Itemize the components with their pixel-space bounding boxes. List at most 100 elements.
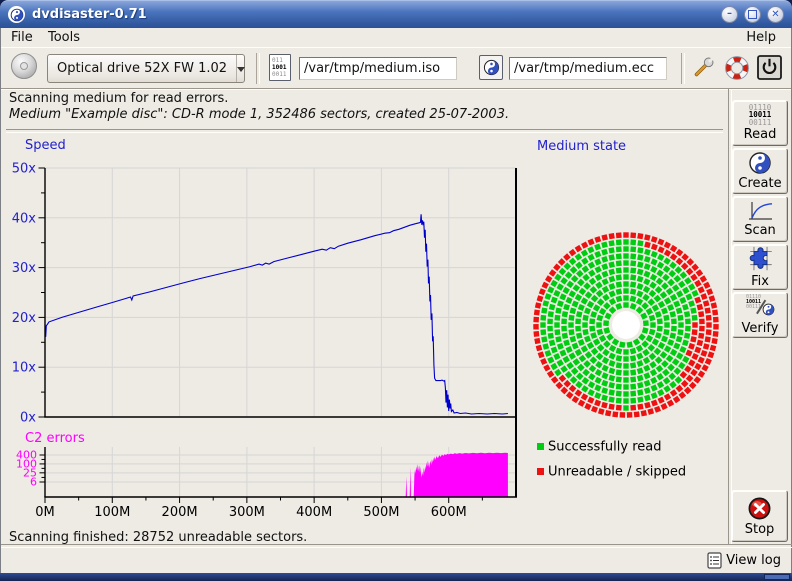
disc-sector xyxy=(654,348,662,356)
disc-sector xyxy=(575,389,583,397)
disc-sector xyxy=(670,349,677,356)
verify-button[interactable]: 01110 10011 00111 Verify xyxy=(732,292,788,338)
disc-sector xyxy=(538,351,545,358)
maximize-button[interactable] xyxy=(744,6,761,23)
wrench-icon xyxy=(689,54,717,82)
disc-sector xyxy=(591,348,599,356)
disc-sector xyxy=(637,389,643,395)
disc-sector xyxy=(601,271,608,278)
disc-sector xyxy=(680,271,688,279)
disc-sector xyxy=(537,295,544,302)
disc-sector xyxy=(562,311,568,317)
disc-sector xyxy=(547,370,554,377)
verify-compare-icon: 01110 10011 00111 xyxy=(745,295,775,320)
lifebuoy-icon xyxy=(723,54,751,82)
minimize-button[interactable] xyxy=(721,6,738,23)
create-button[interactable]: Create xyxy=(732,148,788,194)
disc-sector xyxy=(579,288,587,296)
disc-sector xyxy=(553,263,561,271)
disc-sector xyxy=(582,315,588,321)
disc-sector xyxy=(597,315,604,322)
disc-sector xyxy=(566,362,574,370)
preferences-button[interactable] xyxy=(689,54,717,82)
disc-sector xyxy=(692,353,699,360)
disc-sector xyxy=(565,271,573,279)
disc-sector xyxy=(603,302,611,310)
disc-sector xyxy=(623,274,628,279)
app-window: dvdisaster-0.71 File Tools Help Optical … xyxy=(0,0,792,581)
disc-sector xyxy=(684,387,692,395)
disc-sector xyxy=(688,300,695,307)
disc-sector xyxy=(595,377,602,384)
view-log-label: View log xyxy=(726,553,781,568)
disc-sector xyxy=(609,353,616,360)
ecc-path-input[interactable] xyxy=(509,57,667,80)
disc-sector xyxy=(594,251,601,258)
disc-sector xyxy=(705,307,711,313)
disc-sector xyxy=(575,349,582,356)
disc-sector xyxy=(616,398,622,404)
help-button[interactable] xyxy=(723,54,751,82)
disc-sector xyxy=(670,332,676,338)
disc-sector xyxy=(623,363,628,368)
disc-sector xyxy=(623,253,628,258)
chevron-down-icon xyxy=(236,55,245,82)
disc-sector xyxy=(547,326,553,332)
quit-button[interactable] xyxy=(755,54,783,82)
disc-sector xyxy=(643,271,650,278)
disc-sector xyxy=(539,288,546,295)
resize-grip[interactable] xyxy=(764,574,790,580)
disc-sector xyxy=(550,363,557,370)
disc-sector xyxy=(713,317,719,323)
puzzle-fix-icon xyxy=(746,245,775,273)
fix-button[interactable]: Fix xyxy=(732,244,788,290)
disc-sector xyxy=(644,249,651,256)
disc-sector xyxy=(616,405,622,411)
drive-selector-dropdown[interactable]: Optical drive 52X FW 1.02 xyxy=(47,54,245,83)
scan-button[interactable]: Scan xyxy=(732,196,788,242)
menu-help[interactable]: Help xyxy=(741,29,781,46)
drive-select-button[interactable] xyxy=(11,53,37,79)
view-log-button[interactable]: View log xyxy=(705,549,783,571)
disc-sector xyxy=(581,385,588,392)
disc-sector xyxy=(616,348,623,355)
disc-sector xyxy=(569,258,577,266)
disc-sector xyxy=(536,345,543,352)
disc-sector xyxy=(637,276,644,283)
disc-sector xyxy=(566,297,573,304)
disc-sector xyxy=(609,233,615,239)
read-button[interactable]: 01110 10011 00111 Read xyxy=(732,100,788,146)
disc-sector xyxy=(623,377,628,382)
disc-sector xyxy=(703,300,710,307)
toolbar: Optical drive 52X FW 1.02 011 1001 0011 xyxy=(1,47,791,89)
disc-sector xyxy=(644,387,651,394)
disc-sector xyxy=(676,385,684,393)
disc-sector xyxy=(616,232,622,238)
disc-sector xyxy=(602,365,609,372)
disc-sector xyxy=(612,411,618,417)
disc-sector xyxy=(587,342,594,349)
disc-sector xyxy=(688,283,695,290)
disc-sector xyxy=(651,384,658,391)
titlebar[interactable]: dvdisaster-0.71 xyxy=(0,0,792,28)
disc-sector xyxy=(603,327,610,334)
disc-sector xyxy=(569,249,577,257)
iso-path-input[interactable] xyxy=(299,57,457,80)
disc-sector xyxy=(671,319,677,325)
disc-sector xyxy=(602,294,610,302)
disc-sector xyxy=(551,346,558,353)
disc-sector xyxy=(557,359,564,366)
disc-sector xyxy=(623,349,628,354)
close-button[interactable] xyxy=(767,6,784,23)
menu-file[interactable]: File xyxy=(6,29,38,46)
disc-sector xyxy=(657,326,663,332)
menu-tools[interactable]: Tools xyxy=(43,29,85,46)
disc-sector xyxy=(581,241,588,248)
disc-sector xyxy=(615,303,622,310)
stop-button[interactable]: Stop xyxy=(731,490,788,542)
disc-sector xyxy=(663,265,671,273)
disc-sector xyxy=(701,350,708,357)
disc-sector xyxy=(681,380,689,388)
disc-sector xyxy=(549,340,556,347)
disc-sector xyxy=(598,408,605,415)
